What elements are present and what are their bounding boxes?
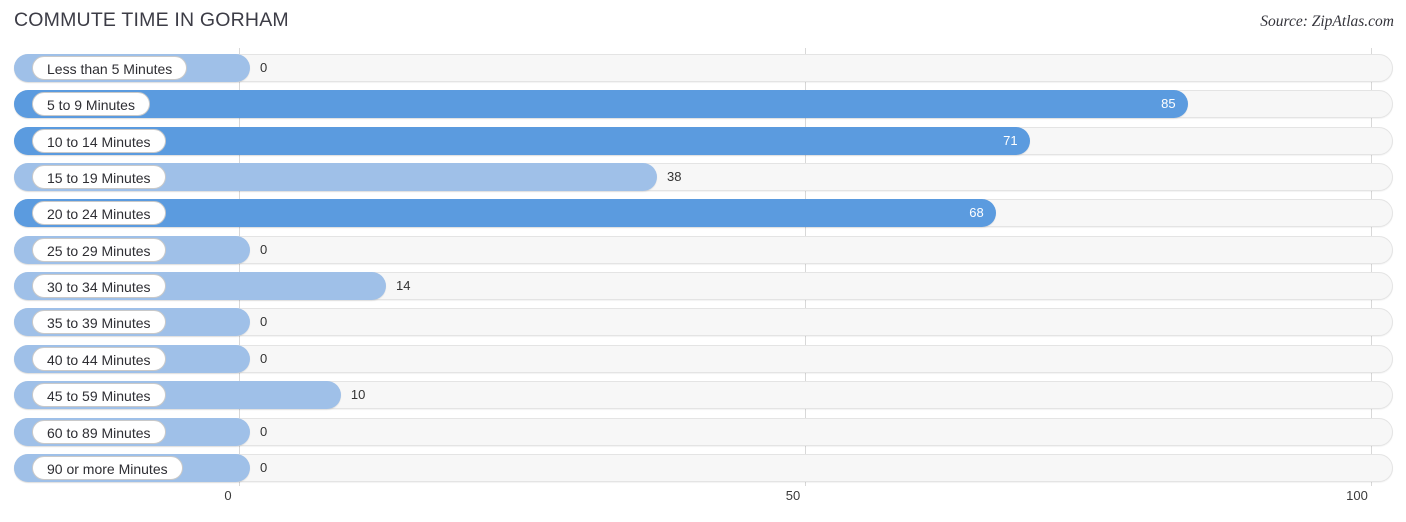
bar-value-label: 71 <box>1003 132 1018 148</box>
source-attribution: Source: ZipAtlas.com <box>1260 13 1394 30</box>
category-label[interactable]: 15 to 19 Minutes <box>32 165 166 190</box>
bar-value-label: 0 <box>260 314 268 330</box>
axis-tick-label: 0 <box>224 488 232 503</box>
x-axis: 0 50 100 <box>0 486 1406 522</box>
table-row[interactable]: 38 15 to 19 Minutes <box>14 163 1393 192</box>
category-label[interactable]: 45 to 59 Minutes <box>32 383 166 408</box>
bar-value-label: 68 <box>969 205 984 221</box>
page-title: COMMUTE TIME IN GORHAM <box>14 9 289 31</box>
table-row[interactable]: 10 45 to 59 Minutes <box>14 381 1393 410</box>
bar-value-label: 0 <box>260 459 268 475</box>
category-label[interactable]: 35 to 39 Minutes <box>32 310 166 335</box>
bar-value-label: 14 <box>396 278 411 294</box>
category-label[interactable]: Less than 5 Minutes <box>32 56 188 80</box>
category-label[interactable]: 20 to 24 Minutes <box>32 201 166 226</box>
table-row[interactable]: 0 Less than 5 Minutes <box>14 54 1393 82</box>
category-label[interactable]: 5 to 9 Minutes <box>32 92 150 117</box>
bar[interactable] <box>14 126 1030 155</box>
bar-value-label: 10 <box>350 387 366 403</box>
table-row[interactable]: 0 40 to 44 Minutes <box>14 344 1393 373</box>
table-row[interactable]: 0 35 to 39 Minutes <box>14 308 1393 337</box>
chart-page: COMMUTE TIME IN GORHAM Source: ZipAtlas.… <box>0 0 1406 522</box>
plot-area: 0 Less than 5 Minutes 85 5 to 9 Minutes 71 10… <box>0 48 1406 486</box>
bar-value-label: 0 <box>260 241 268 257</box>
table-row[interactable]: 0 90 or more Minutes <box>14 453 1393 482</box>
table-row[interactable]: 0 60 to 89 Minutes <box>14 417 1393 446</box>
bar[interactable] <box>14 90 1188 119</box>
axis-tick-label: 100 <box>1346 488 1368 503</box>
category-label[interactable]: 60 to 89 Minutes <box>32 419 166 444</box>
bar-value-label: 85 <box>1161 96 1176 112</box>
table-row[interactable]: 71 10 to 14 Minutes <box>14 126 1393 155</box>
category-label[interactable]: 30 to 34 Minutes <box>32 274 166 299</box>
category-label[interactable]: 10 to 14 Minutes <box>32 128 166 153</box>
table-row[interactable]: 68 20 to 24 Minutes <box>14 199 1393 228</box>
table-row[interactable]: 85 5 to 9 Minutes <box>14 90 1393 119</box>
bar-value-label: 0 <box>260 60 268 75</box>
category-label[interactable]: 25 to 29 Minutes <box>32 237 166 262</box>
category-label[interactable]: 90 or more Minutes <box>32 455 183 480</box>
bar-value-label: 0 <box>260 423 268 439</box>
bar-value-label: 38 <box>667 169 682 185</box>
category-label[interactable]: 40 to 44 Minutes <box>32 346 166 371</box>
axis-tick-label: 50 <box>785 488 801 503</box>
table-row[interactable]: 14 30 to 34 Minutes <box>14 272 1393 301</box>
bar-value-label: 0 <box>260 350 268 366</box>
table-row[interactable]: 0 25 to 29 Minutes <box>14 235 1393 264</box>
